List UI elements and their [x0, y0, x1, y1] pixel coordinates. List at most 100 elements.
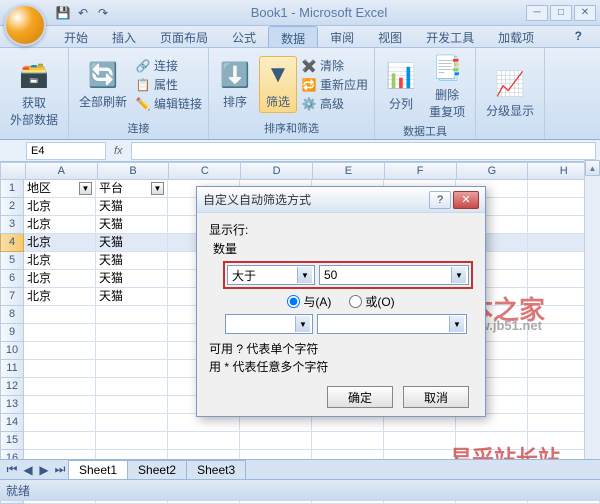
row-head[interactable]: 9 [0, 324, 24, 342]
reapply-button[interactable]: 🔁重新应用 [301, 76, 368, 93]
cell[interactable]: 天猫 [96, 216, 168, 234]
name-box[interactable]: E4 [26, 142, 106, 160]
scroll-up-icon[interactable]: ▲ [585, 160, 600, 176]
cell[interactable] [24, 306, 96, 324]
sheet-tab-1[interactable]: Sheet1 [68, 460, 128, 479]
col-head-c[interactable]: C [169, 162, 241, 180]
cell[interactable]: 北京 [24, 270, 96, 288]
cell[interactable]: 北京 [24, 252, 96, 270]
col-head-e[interactable]: E [313, 162, 385, 180]
row-head[interactable]: 6 [0, 270, 24, 288]
cell[interactable] [96, 342, 168, 360]
cell[interactable] [24, 432, 96, 450]
tab-formula[interactable]: 公式 [220, 26, 268, 47]
chevron-down-icon[interactable]: ▼ [295, 316, 310, 332]
cell[interactable] [96, 414, 168, 432]
ok-button[interactable]: 确定 [327, 386, 393, 408]
cell[interactable]: 天猫 [96, 234, 168, 252]
cancel-button[interactable]: 取消 [403, 386, 469, 408]
cell[interactable] [96, 432, 168, 450]
outline-button[interactable]: 📈分级显示 [482, 66, 538, 121]
vertical-scrollbar[interactable]: ▲ [584, 160, 600, 459]
row-head[interactable]: 7 [0, 288, 24, 306]
row-head[interactable]: 3 [0, 216, 24, 234]
redo-icon[interactable]: ↷ [94, 4, 112, 22]
cell[interactable] [96, 378, 168, 396]
formula-bar[interactable] [131, 142, 596, 160]
row-head[interactable]: 2 [0, 198, 24, 216]
cell[interactable] [384, 432, 456, 450]
advanced-button[interactable]: ⚙️高级 [301, 95, 368, 112]
filter-button[interactable]: ▼筛选 [259, 56, 297, 113]
cell[interactable]: 天猫 [96, 288, 168, 306]
or-radio-input[interactable] [349, 295, 362, 308]
row-head[interactable]: 1 [0, 180, 24, 198]
cell[interactable]: 北京 [24, 216, 96, 234]
next-sheet-icon[interactable]: ▶ [36, 462, 52, 478]
row-head[interactable]: 13 [0, 396, 24, 414]
edit-links-button[interactable]: ✏️编辑链接 [135, 95, 202, 112]
cell[interactable]: 天猫 [96, 198, 168, 216]
row-head[interactable]: 15 [0, 432, 24, 450]
cell[interactable]: 天猫 [96, 270, 168, 288]
and-radio[interactable]: 与(A) [287, 293, 331, 310]
cell[interactable] [24, 342, 96, 360]
cell[interactable] [24, 414, 96, 432]
remove-duplicates-button[interactable]: 📑删除 重复项 [425, 50, 469, 122]
chevron-down-icon[interactable]: ▼ [451, 267, 466, 283]
select-all-corner[interactable] [0, 162, 26, 180]
prev-sheet-icon[interactable]: ◀ [20, 462, 36, 478]
sort-button[interactable]: ⬇️排序 [215, 57, 255, 112]
filter-dropdown-icon[interactable]: ▼ [151, 182, 164, 195]
cell[interactable]: 平台▼ [96, 180, 168, 198]
close-button[interactable]: ✕ [574, 5, 596, 21]
last-sheet-icon[interactable]: ⏭ [52, 462, 68, 478]
cell[interactable] [24, 378, 96, 396]
dialog-close-button[interactable]: ✕ [453, 191, 479, 209]
chevron-down-icon[interactable]: ▼ [297, 267, 312, 283]
dialog-help-button[interactable]: ? [429, 191, 451, 209]
chevron-down-icon[interactable]: ▼ [449, 316, 464, 332]
row-head[interactable]: 8 [0, 306, 24, 324]
tab-dev[interactable]: 开发工具 [414, 26, 486, 47]
fx-icon[interactable]: fx [114, 145, 123, 157]
operator2-combo[interactable]: ▼ [225, 314, 313, 334]
cell[interactable] [96, 306, 168, 324]
col-head-f[interactable]: F [385, 162, 457, 180]
col-head-g[interactable]: G [457, 162, 529, 180]
cell[interactable] [96, 360, 168, 378]
col-head-b[interactable]: B [98, 162, 170, 180]
row-head[interactable]: 11 [0, 360, 24, 378]
help-icon[interactable]: ? [563, 26, 594, 47]
or-radio[interactable]: 或(O) [349, 293, 394, 310]
cell[interactable] [96, 396, 168, 414]
text-to-columns-button[interactable]: 📊分列 [381, 59, 421, 114]
cell[interactable] [96, 324, 168, 342]
save-icon[interactable]: 💾 [54, 4, 72, 22]
cell[interactable]: 北京 [24, 198, 96, 216]
value1-combo[interactable]: 50▼ [319, 265, 469, 285]
properties-button[interactable]: 📋属性 [135, 76, 202, 93]
refresh-all-button[interactable]: 🔄全部刷新 [75, 57, 131, 112]
tab-insert[interactable]: 插入 [100, 26, 148, 47]
first-sheet-icon[interactable]: ⏮ [4, 462, 20, 478]
row-head[interactable]: 5 [0, 252, 24, 270]
cell[interactable] [24, 324, 96, 342]
cell[interactable]: 北京 [24, 288, 96, 306]
cell[interactable]: 北京 [24, 234, 96, 252]
filter-dropdown-icon[interactable]: ▼ [79, 182, 92, 195]
col-head-a[interactable]: A [26, 162, 98, 180]
tab-data[interactable]: 数据 [268, 26, 318, 47]
clear-filter-button[interactable]: ✖️清除 [301, 57, 368, 74]
row-head[interactable]: 4 [0, 234, 24, 252]
get-external-data-button[interactable]: 🗃️获取 外部数据 [6, 58, 62, 130]
tab-layout[interactable]: 页面布局 [148, 26, 220, 47]
cell[interactable]: 天猫 [96, 252, 168, 270]
tab-addin[interactable]: 加载项 [486, 26, 546, 47]
row-head[interactable]: 14 [0, 414, 24, 432]
sheet-tab-3[interactable]: Sheet3 [186, 460, 246, 479]
cell[interactable] [24, 360, 96, 378]
value2-combo[interactable]: ▼ [317, 314, 467, 334]
cell[interactable] [312, 432, 384, 450]
cell[interactable] [24, 396, 96, 414]
